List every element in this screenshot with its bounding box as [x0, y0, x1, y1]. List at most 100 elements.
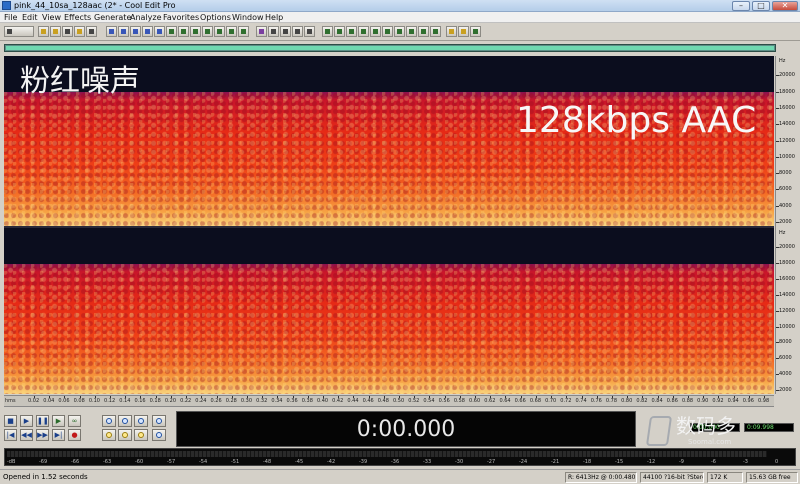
time-label: 0.64: [499, 398, 511, 404]
toolbar-pitch-button[interactable]: [382, 26, 393, 37]
toolbar-saveall-button[interactable]: [74, 26, 85, 37]
title-bar: pink_44_10sa_128aac (2* - Cool Edit Pro …: [0, 0, 800, 12]
go-to-end-icon: ▶|: [54, 431, 63, 439]
toolbar-noise-button[interactable]: [370, 26, 381, 37]
toolbar-phase-view-button[interactable]: [292, 26, 303, 37]
toolbar-waveform-view-button[interactable]: [268, 26, 279, 37]
toolbar-invert-button[interactable]: [238, 26, 249, 37]
freq-label: 20000: [779, 72, 795, 79]
time-label: 0.28: [225, 398, 237, 404]
menu-options[interactable]: Options: [200, 12, 231, 23]
save-icon: [65, 29, 70, 34]
freq-label: 2000: [779, 387, 792, 394]
toolbar-reverb-button[interactable]: [358, 26, 369, 37]
delay-icon: [349, 29, 354, 34]
toolbar-mix-button[interactable]: [430, 26, 441, 37]
time-label: 0.32: [256, 398, 268, 404]
time-label: 0.70: [545, 398, 557, 404]
time-ruler: hms 0.02 0.04 0.06 0.08 0.10 0.12 0.14 0.16 0.18…: [4, 395, 774, 407]
minimize-button[interactable]: –: [732, 1, 750, 11]
time-label: 0.90: [697, 398, 709, 404]
play-button[interactable]: ▶: [20, 415, 33, 427]
toolbar-spectral-view-button[interactable]: [256, 26, 267, 37]
stretch-icon: [397, 29, 402, 34]
maximize-button[interactable]: □: [752, 1, 770, 11]
channel-right[interactable]: [4, 228, 774, 394]
zoom-in-v-button[interactable]: [152, 415, 166, 427]
freq-label: 8000: [779, 339, 792, 346]
normalize-icon: [193, 29, 198, 34]
freq-label: 4000: [779, 371, 792, 378]
menu-file[interactable]: File: [4, 12, 17, 23]
fast-forward-button[interactable]: ▶▶: [36, 429, 49, 441]
menu-analyze[interactable]: Analyze: [130, 12, 162, 23]
toolbar-silence-button[interactable]: [178, 26, 189, 37]
pan-view-icon: [283, 29, 288, 34]
menu-favorites[interactable]: Favorites: [163, 12, 199, 23]
zoom-full-button[interactable]: [134, 415, 148, 427]
status-size: 172 K: [707, 472, 743, 483]
play-to-end-icon: ▶: [55, 417, 62, 425]
zoom-left-button[interactable]: [102, 429, 116, 441]
loop-button[interactable]: ∞: [68, 415, 81, 427]
overview-strip[interactable]: [4, 44, 776, 52]
toolbar-filter-button[interactable]: [322, 26, 333, 37]
pause-button[interactable]: ❚❚: [36, 415, 49, 427]
zoom-out-h-button[interactable]: [118, 415, 132, 427]
level-meter-label: -24: [519, 459, 528, 465]
menu-help[interactable]: Help: [265, 12, 283, 23]
go-to-end-button[interactable]: ▶|: [52, 429, 65, 441]
toolbar-view-toggle-button[interactable]: [4, 26, 34, 37]
toolbar-mtv-button[interactable]: [304, 26, 315, 37]
toolbar-chorus-button[interactable]: [406, 26, 417, 37]
freq-label: 20000: [779, 243, 795, 250]
toolbar-mix-paste-button[interactable]: [154, 26, 165, 37]
record-button[interactable]: ●: [68, 429, 81, 441]
toolbar-normalize-button[interactable]: [190, 26, 201, 37]
waveform-view-icon: [7, 29, 12, 34]
toolbar-settings-button[interactable]: [470, 26, 481, 37]
zoom-right-button[interactable]: [118, 429, 132, 441]
zoom-right-icon: [122, 432, 128, 438]
toolbar-new-button[interactable]: [38, 26, 49, 37]
zoom-selection-button[interactable]: [134, 429, 148, 441]
menu-effects[interactable]: Effects: [64, 12, 91, 23]
menu-edit[interactable]: Edit: [22, 12, 38, 23]
toolbar-stretch-button[interactable]: [394, 26, 405, 37]
toolbar-script-button[interactable]: [458, 26, 469, 37]
toolbar-trim-button[interactable]: [166, 26, 177, 37]
go-to-start-button[interactable]: |◀: [4, 429, 17, 441]
zoom-in-h-button[interactable]: [102, 415, 116, 427]
toolbar-pan-view-button[interactable]: [280, 26, 291, 37]
toolbar-copy-button[interactable]: [130, 26, 141, 37]
toolbar-fade-button[interactable]: [202, 26, 213, 37]
toolbar-close-button[interactable]: [86, 26, 97, 37]
toolbar-amplify-button[interactable]: [214, 26, 225, 37]
menu-window[interactable]: Window: [232, 12, 264, 23]
close-button[interactable]: ✕: [772, 1, 798, 11]
level-meter-label: -63: [103, 459, 112, 465]
selection-end-field[interactable]: 0:09.998: [744, 423, 794, 432]
toolbar-save-button[interactable]: [62, 26, 73, 37]
toolbar-eq-button[interactable]: [334, 26, 345, 37]
rewind-button[interactable]: ◀◀: [20, 429, 33, 441]
toolbar-undo-button[interactable]: [106, 26, 117, 37]
freq-unit-bottom: Hz: [779, 230, 786, 236]
stop-button[interactable]: ■: [4, 415, 17, 427]
reverb-icon: [361, 29, 366, 34]
toolbar-favorite-button[interactable]: [446, 26, 457, 37]
reverse-icon: [229, 29, 234, 34]
play-to-end-button[interactable]: ▶: [52, 415, 65, 427]
toolbar-cut-button[interactable]: [118, 26, 129, 37]
toolbar-reverse-button[interactable]: [226, 26, 237, 37]
time-label: 0.84: [651, 398, 663, 404]
time-label: 0.52: [408, 398, 420, 404]
zoom-out-v-button[interactable]: [152, 429, 166, 441]
toolbar-delay-button[interactable]: [346, 26, 357, 37]
menu-generate[interactable]: Generate: [94, 12, 131, 23]
toolbar-flanger-button[interactable]: [418, 26, 429, 37]
toolbar-open-button[interactable]: [50, 26, 61, 37]
toolbar-paste-button[interactable]: [142, 26, 153, 37]
menu-view[interactable]: View: [42, 12, 61, 23]
app-icon: [2, 1, 11, 10]
